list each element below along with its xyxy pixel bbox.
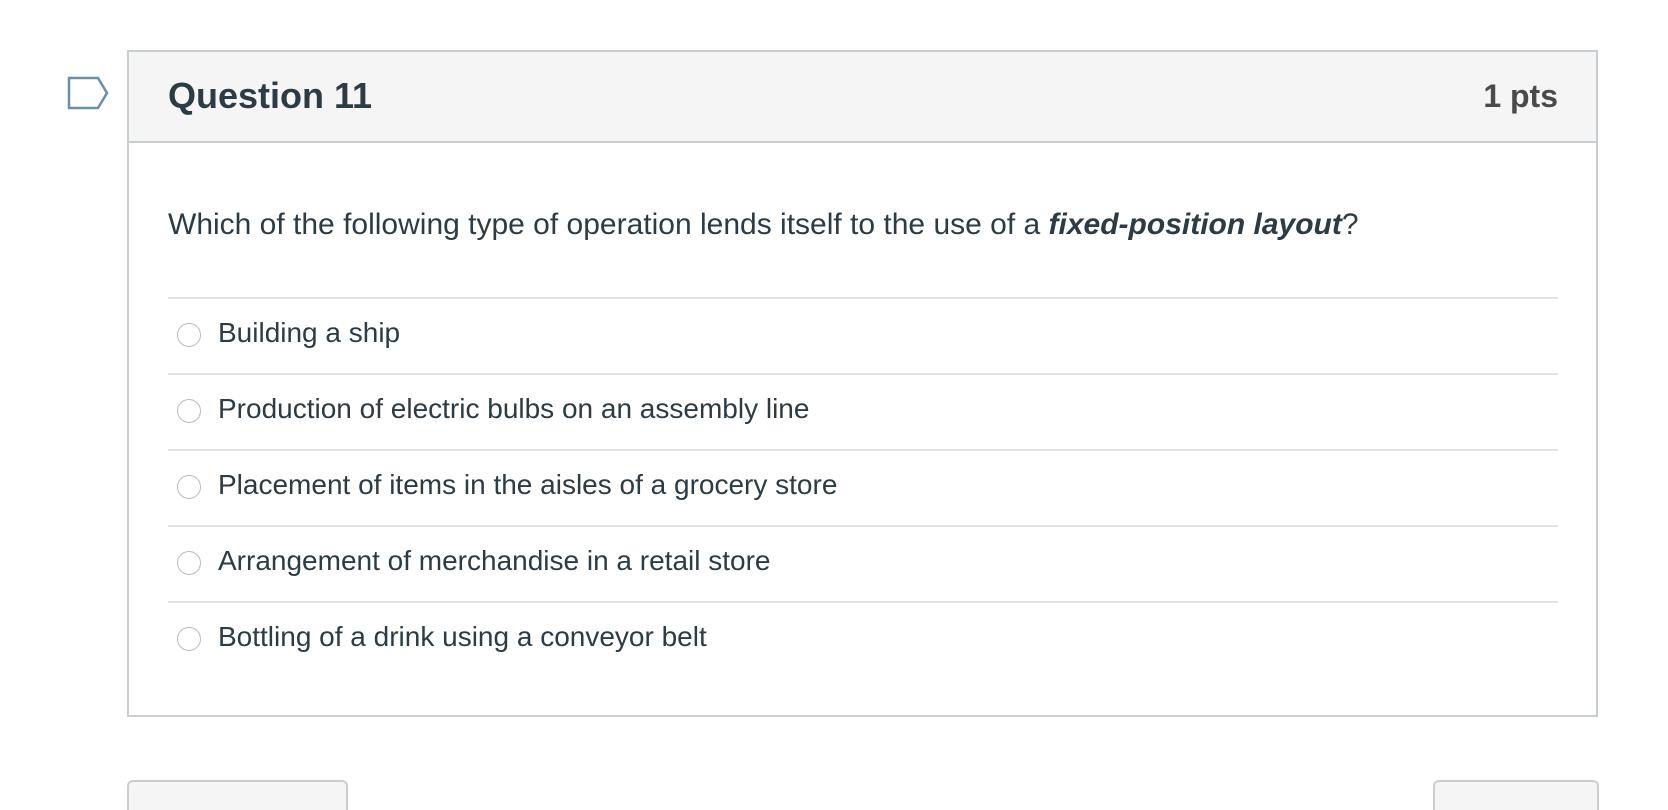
answer-list: Building a ship Production of electric b… xyxy=(168,297,1558,677)
answer-label: Building a ship xyxy=(218,317,401,348)
next-button[interactable] xyxy=(1433,780,1599,810)
answer-label: Production of electric bulbs on an assem… xyxy=(218,393,810,424)
radio-button[interactable] xyxy=(177,399,201,423)
radio-button[interactable] xyxy=(177,627,201,651)
answer-option[interactable]: Arrangement of merchandise in a retail s… xyxy=(168,525,1558,601)
question-text-main: Which of the following type of operation… xyxy=(168,208,1049,241)
answer-label: Bottling of a drink using a conveyor bel… xyxy=(218,621,707,652)
radio-button[interactable] xyxy=(177,323,201,347)
question-card: Question 11 1 pts Which of the following… xyxy=(127,50,1598,717)
radio-button[interactable] xyxy=(177,475,201,499)
question-points: 1 pts xyxy=(1483,78,1558,114)
flag-outline-icon xyxy=(67,76,109,110)
answer-option[interactable]: Building a ship xyxy=(168,297,1558,373)
question-text-end: ? xyxy=(1341,208,1359,241)
question-title: Question 11 xyxy=(168,75,373,116)
question-header: Question 11 1 pts xyxy=(129,52,1596,143)
question-text: Which of the following type of operation… xyxy=(168,205,1359,244)
flag-question-icon[interactable] xyxy=(67,76,109,110)
answer-option[interactable]: Placement of items in the aisles of a gr… xyxy=(168,449,1558,525)
answer-option[interactable]: Production of electric bulbs on an assem… xyxy=(168,373,1558,449)
question-text-emphasis: fixed-position layout xyxy=(1048,208,1342,241)
answer-label: Arrangement of merchandise in a retail s… xyxy=(218,545,771,576)
answer-option[interactable]: Bottling of a drink using a conveyor bel… xyxy=(168,601,1558,677)
previous-button[interactable] xyxy=(127,780,348,810)
answer-label: Placement of items in the aisles of a gr… xyxy=(218,469,838,500)
radio-button[interactable] xyxy=(177,551,201,575)
